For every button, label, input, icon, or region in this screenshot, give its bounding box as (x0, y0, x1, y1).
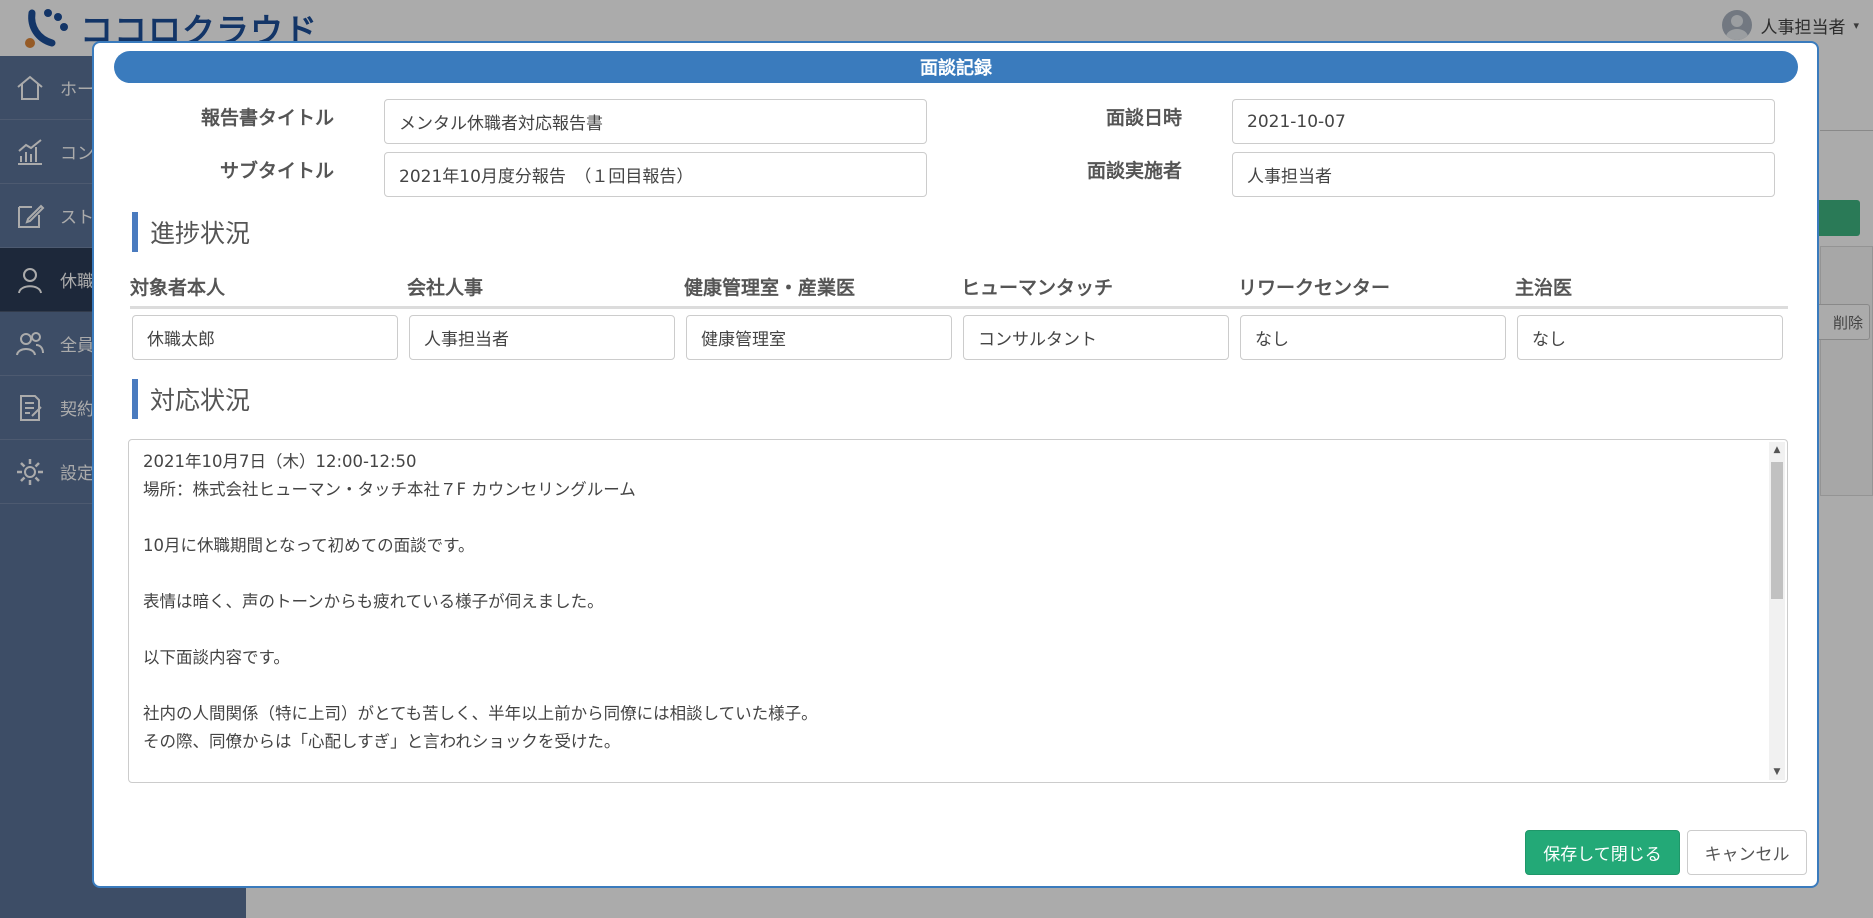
column-header-human-touch: ヒューマンタッチ (961, 277, 1114, 299)
progress-table-row: 休職太郎 人事担当者 健康管理室 コンサルタント なし なし (130, 309, 1788, 361)
report-title-label: 報告書タイトル (200, 107, 334, 129)
company-hr-input[interactable]: 人事担当者 (409, 315, 675, 360)
progress-table-header: 対象者本人 会社人事 健康管理室・産業医 ヒューマンタッチ リワークセンター 主… (130, 265, 1788, 309)
notes-line: 表情は暗く、声のトーンからも疲れている様子が伺えました。 (143, 592, 604, 611)
interview-record-modal: 面談記録 報告書タイトル メンタル休職者対応報告書 サブタイトル 2021年10… (92, 41, 1819, 888)
rework-center-input[interactable]: なし (1240, 315, 1506, 360)
notes-line: 以下面談内容です。 (143, 648, 290, 667)
health-office-input[interactable]: 健康管理室 (686, 315, 952, 360)
interviewer-input[interactable]: 人事担当者 (1232, 152, 1775, 197)
scroll-up-icon[interactable]: ▲ (1769, 442, 1785, 458)
column-header-health-office: 健康管理室・産業医 (684, 277, 856, 299)
scroll-down-icon[interactable]: ▼ (1769, 764, 1785, 780)
notes-line (143, 616, 1743, 644)
notes-line: 場所：株式会社ヒューマン・タッチ本社７F カウンセリングルーム (143, 480, 636, 499)
notes-text: 2021年10月7日（木）12:00-12:50 場所：株式会社ヒューマン・タッチ… (143, 448, 1743, 756)
human-touch-input[interactable]: コンサルタント (963, 315, 1229, 360)
report-title-input[interactable]: メンタル休職者対応報告書 (384, 99, 927, 144)
notes-line (143, 672, 1743, 700)
interviewer-label: 面談実施者 (1086, 160, 1182, 182)
interview-date-label: 面談日時 (1105, 107, 1182, 129)
save-and-close-button[interactable]: 保存して閉じる (1525, 830, 1680, 875)
column-header-doctor: 主治医 (1515, 277, 1573, 299)
subtitle-input[interactable]: 2021年10月度分報告 （１回目報告） (384, 152, 927, 197)
interview-date-input[interactable]: 2021-10-07 (1232, 99, 1775, 144)
response-notes-textarea[interactable]: 2021年10月7日（木）12:00-12:50 場所：株式会社ヒューマン・タッチ… (128, 439, 1788, 783)
notes-line: 社内の人間関係（特に上司）がとても苦しく、半年以上前から同僚には相談していた様子… (143, 704, 818, 723)
cancel-button[interactable]: キャンセル (1687, 830, 1807, 875)
subtitle-label: サブタイトル (219, 160, 334, 182)
target-person-input[interactable]: 休職太郎 (132, 315, 398, 360)
notes-line (143, 560, 1743, 588)
notes-line: その際、同僚からは「心配しすぎ」と言われショックを受けた。 (143, 732, 621, 751)
column-header-company-hr: 会社人事 (407, 277, 484, 299)
response-section-title: 対応状況 (132, 379, 250, 419)
scrollbar[interactable]: ▲ ▼ (1769, 442, 1785, 780)
scrollbar-thumb[interactable] (1771, 462, 1783, 599)
column-header-rework-center: リワークセンター (1238, 277, 1391, 299)
column-header-target: 対象者本人 (130, 277, 226, 299)
modal-title: 面談記録 (114, 51, 1798, 83)
doctor-input[interactable]: なし (1517, 315, 1783, 360)
progress-section-title: 進捗状況 (132, 212, 250, 252)
notes-line: 2021年10月7日（木）12:00-12:50 (143, 452, 417, 471)
notes-line: 10月に休職期間となって初めての面談です。 (143, 536, 475, 555)
notes-line (143, 504, 1743, 532)
